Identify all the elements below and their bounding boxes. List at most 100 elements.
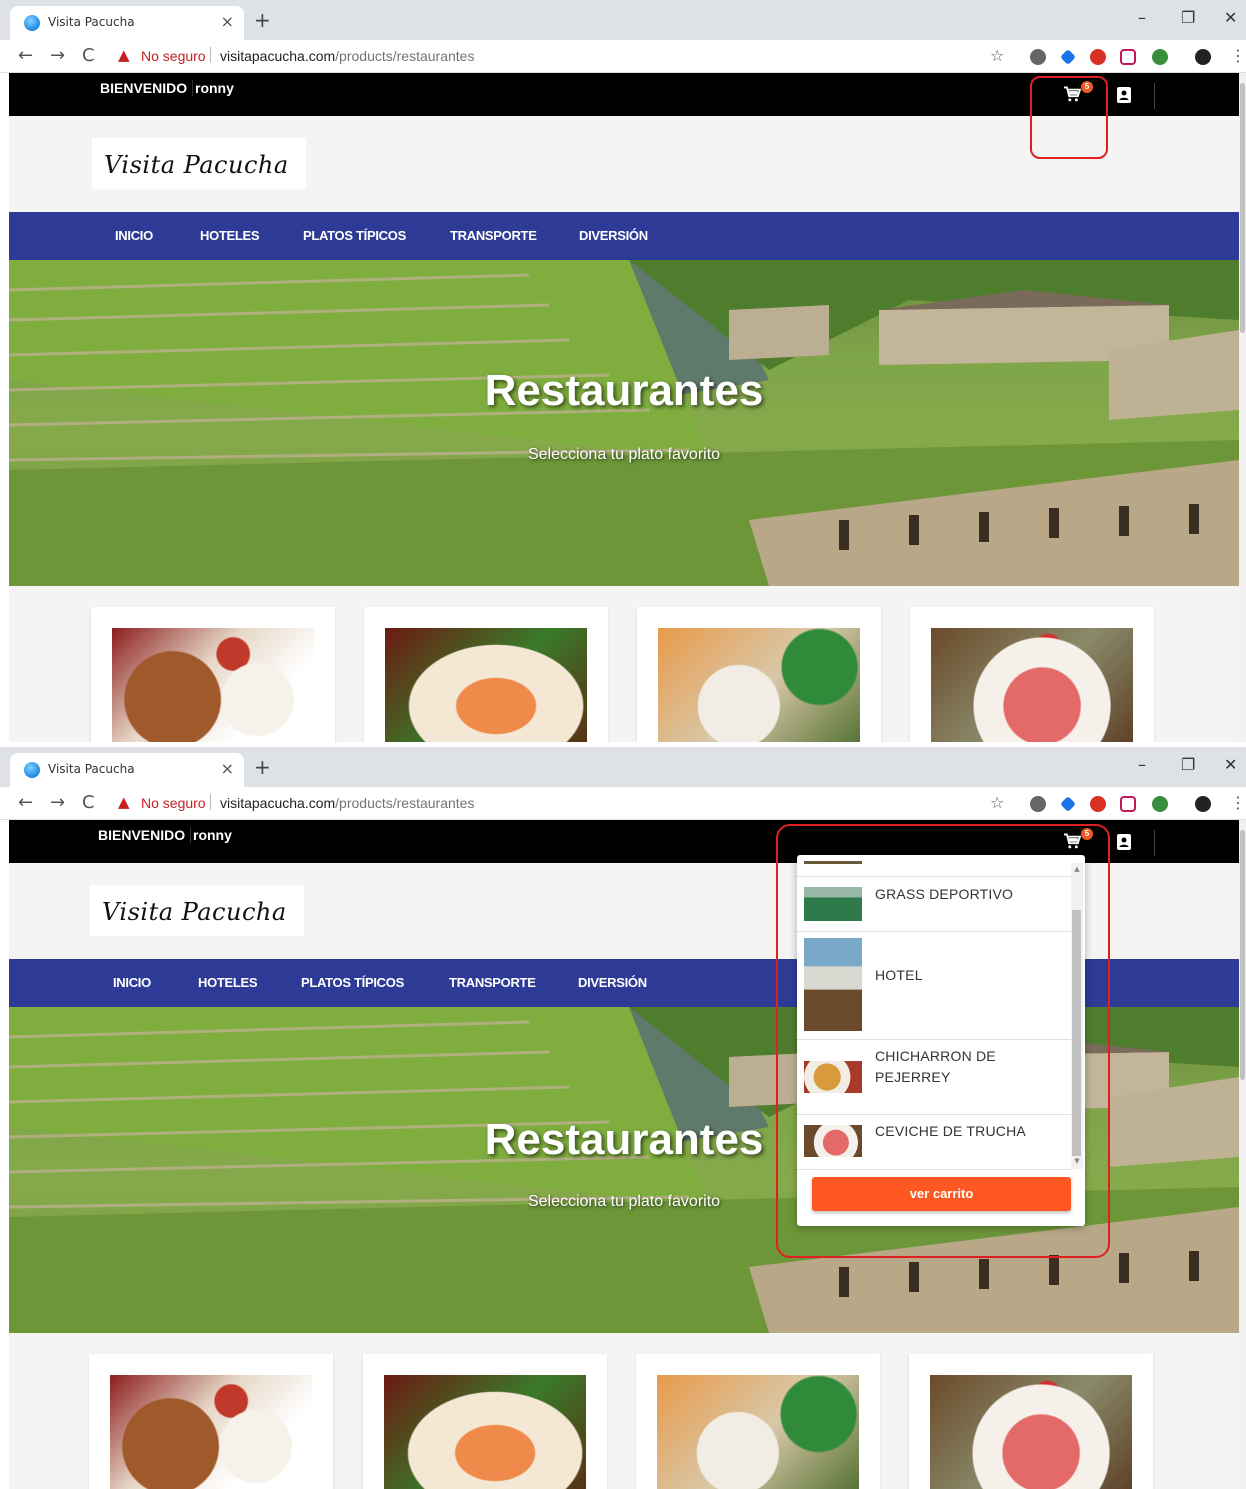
account-icon[interactable] bbox=[1117, 834, 1131, 850]
bookmark-star-icon[interactable]: ☆ bbox=[990, 793, 1004, 812]
restore-button[interactable]: ❐ bbox=[1181, 755, 1195, 774]
welcome-text: BIENVENIDO bbox=[100, 80, 188, 96]
close-tab-icon[interactable]: × bbox=[221, 759, 234, 778]
hero-title: Restaurantes bbox=[484, 366, 764, 415]
product-card[interactable] bbox=[637, 607, 881, 742]
warning-icon[interactable]: ▲ bbox=[118, 793, 130, 811]
security-label[interactable]: No seguro bbox=[141, 795, 206, 811]
forward-icon[interactable]: → bbox=[50, 792, 65, 813]
extension-icon[interactable] bbox=[1030, 49, 1046, 65]
topbar-divider bbox=[1154, 83, 1155, 109]
nav-item-hoteles[interactable]: HOTELES bbox=[198, 975, 258, 990]
close-tab-icon[interactable]: × bbox=[221, 12, 234, 31]
nav-item-hoteles[interactable]: HOTELES bbox=[200, 228, 260, 243]
welcome-text: BIENVENIDO bbox=[98, 827, 186, 843]
topbar-divider bbox=[1154, 830, 1155, 856]
back-icon[interactable]: ← bbox=[18, 792, 33, 813]
web-page: BIENVENIDO ronny 5 Visita Pacucha INICIO… bbox=[9, 73, 1239, 742]
reload-icon[interactable]: C bbox=[82, 45, 95, 66]
browser-tab[interactable]: Visita Pacucha × bbox=[10, 753, 244, 787]
nav-item-platos-tipicos[interactable]: PLATOS TÍPICOS bbox=[301, 975, 404, 990]
bookmark-star-icon[interactable]: ☆ bbox=[990, 46, 1004, 65]
product-card[interactable] bbox=[909, 1354, 1153, 1489]
extension-icon[interactable] bbox=[1152, 49, 1168, 65]
food-image[interactable] bbox=[930, 1375, 1132, 1489]
profile-avatar-icon[interactable] bbox=[1195, 796, 1211, 812]
minimize-button[interactable]: – bbox=[1138, 8, 1146, 27]
extension-icon[interactable] bbox=[1060, 49, 1076, 65]
logo-text: Visita Pacucha bbox=[104, 151, 289, 179]
logo-text: Visita Pacucha bbox=[102, 898, 287, 926]
reload-icon[interactable]: C bbox=[82, 792, 95, 813]
scrollbar-thumb[interactable] bbox=[1240, 83, 1245, 333]
product-card[interactable] bbox=[363, 1354, 607, 1489]
username: ronny bbox=[192, 80, 234, 96]
close-window-button[interactable]: ✕ bbox=[1224, 755, 1237, 774]
nav-item-diversion[interactable]: DIVERSIÓN bbox=[578, 975, 647, 990]
product-card[interactable] bbox=[91, 607, 335, 742]
account-icon[interactable] bbox=[1117, 87, 1131, 103]
scrollbar-thumb[interactable] bbox=[1240, 830, 1245, 1080]
forward-icon[interactable]: → bbox=[50, 45, 65, 66]
url-path: /products/restaurantes bbox=[335, 48, 475, 64]
product-card[interactable] bbox=[364, 607, 608, 742]
nav-item-transporte[interactable]: TRANSPORTE bbox=[449, 975, 536, 990]
screenshot-before: Visita Pacucha × + – ❐ ✕ ← → C ▲ No segu… bbox=[0, 0, 1246, 742]
new-tab-button[interactable]: + bbox=[254, 755, 271, 779]
page-scrollbar[interactable] bbox=[1239, 73, 1246, 742]
nav-item-diversion[interactable]: DIVERSIÓN bbox=[579, 228, 648, 243]
warning-icon[interactable]: ▲ bbox=[118, 46, 130, 64]
extension-icon[interactable] bbox=[1090, 49, 1106, 65]
food-image[interactable] bbox=[385, 628, 587, 742]
address-bar[interactable]: ▲ No seguro visitapacucha.com/products/r… bbox=[108, 790, 1026, 816]
extension-icon[interactable] bbox=[1120, 49, 1136, 65]
username: ronny bbox=[190, 827, 232, 843]
site-favicon-icon bbox=[24, 15, 40, 31]
new-tab-button[interactable]: + bbox=[254, 8, 271, 32]
browser-menu-icon[interactable]: ⋮ bbox=[1230, 46, 1246, 65]
profile-avatar-icon[interactable] bbox=[1195, 49, 1211, 65]
product-card[interactable] bbox=[636, 1354, 880, 1489]
nav-item-transporte[interactable]: TRANSPORTE bbox=[450, 228, 537, 243]
food-image[interactable] bbox=[384, 1375, 586, 1489]
site-logo[interactable]: Visita Pacucha bbox=[90, 885, 304, 936]
highlight-annotation bbox=[776, 824, 1110, 1258]
minimize-button[interactable]: – bbox=[1138, 755, 1146, 774]
browser-toolbar: ← → C ▲ No seguro visitapacucha.com/prod… bbox=[0, 40, 1246, 73]
product-card[interactable] bbox=[910, 607, 1154, 742]
browser-menu-icon[interactable]: ⋮ bbox=[1230, 793, 1246, 812]
food-image[interactable] bbox=[110, 1375, 312, 1489]
security-label[interactable]: No seguro bbox=[141, 48, 206, 64]
extension-icon[interactable] bbox=[1152, 796, 1168, 812]
hero-banner: Restaurantes Selecciona tu plato favorit… bbox=[9, 260, 1239, 586]
tab-strip: Visita Pacucha × + – ❐ ✕ bbox=[0, 0, 1246, 40]
close-window-button[interactable]: ✕ bbox=[1224, 8, 1237, 27]
food-image[interactable] bbox=[931, 628, 1133, 742]
url-host: visitapacucha.com bbox=[220, 48, 336, 64]
url-path: /products/restaurantes bbox=[335, 795, 475, 811]
nav-item-inicio[interactable]: INICIO bbox=[113, 975, 151, 990]
browser-tab[interactable]: Visita Pacucha × bbox=[10, 6, 244, 40]
tab-strip: Visita Pacucha × + – ❐ ✕ bbox=[0, 747, 1246, 787]
extension-icon[interactable] bbox=[1060, 796, 1076, 812]
nav-item-platos-tipicos[interactable]: PLATOS TÍPICOS bbox=[303, 228, 406, 243]
hero-subtitle: Selecciona tu plato favorito bbox=[527, 446, 721, 463]
product-card[interactable] bbox=[89, 1354, 333, 1489]
extension-icon[interactable] bbox=[1120, 796, 1136, 812]
page-scrollbar[interactable] bbox=[1239, 820, 1246, 1489]
food-image[interactable] bbox=[657, 1375, 859, 1489]
browser-toolbar: ← → C ▲ No seguro visitapacucha.com/prod… bbox=[0, 787, 1246, 820]
url-text[interactable]: visitapacucha.com/products/restaurantes bbox=[220, 48, 474, 64]
url-host: visitapacucha.com bbox=[220, 795, 336, 811]
nav-item-inicio[interactable]: INICIO bbox=[115, 228, 153, 243]
extension-icon[interactable] bbox=[1090, 796, 1106, 812]
url-text[interactable]: visitapacucha.com/products/restaurantes bbox=[220, 795, 474, 811]
food-image[interactable] bbox=[112, 628, 314, 742]
site-logo[interactable]: Visita Pacucha bbox=[92, 138, 306, 189]
food-image[interactable] bbox=[658, 628, 860, 742]
omnibox-separator bbox=[210, 794, 211, 810]
address-bar[interactable]: ▲ No seguro visitapacucha.com/products/r… bbox=[108, 43, 1026, 69]
extension-icon[interactable] bbox=[1030, 796, 1046, 812]
restore-button[interactable]: ❐ bbox=[1181, 8, 1195, 27]
back-icon[interactable]: ← bbox=[18, 45, 33, 66]
